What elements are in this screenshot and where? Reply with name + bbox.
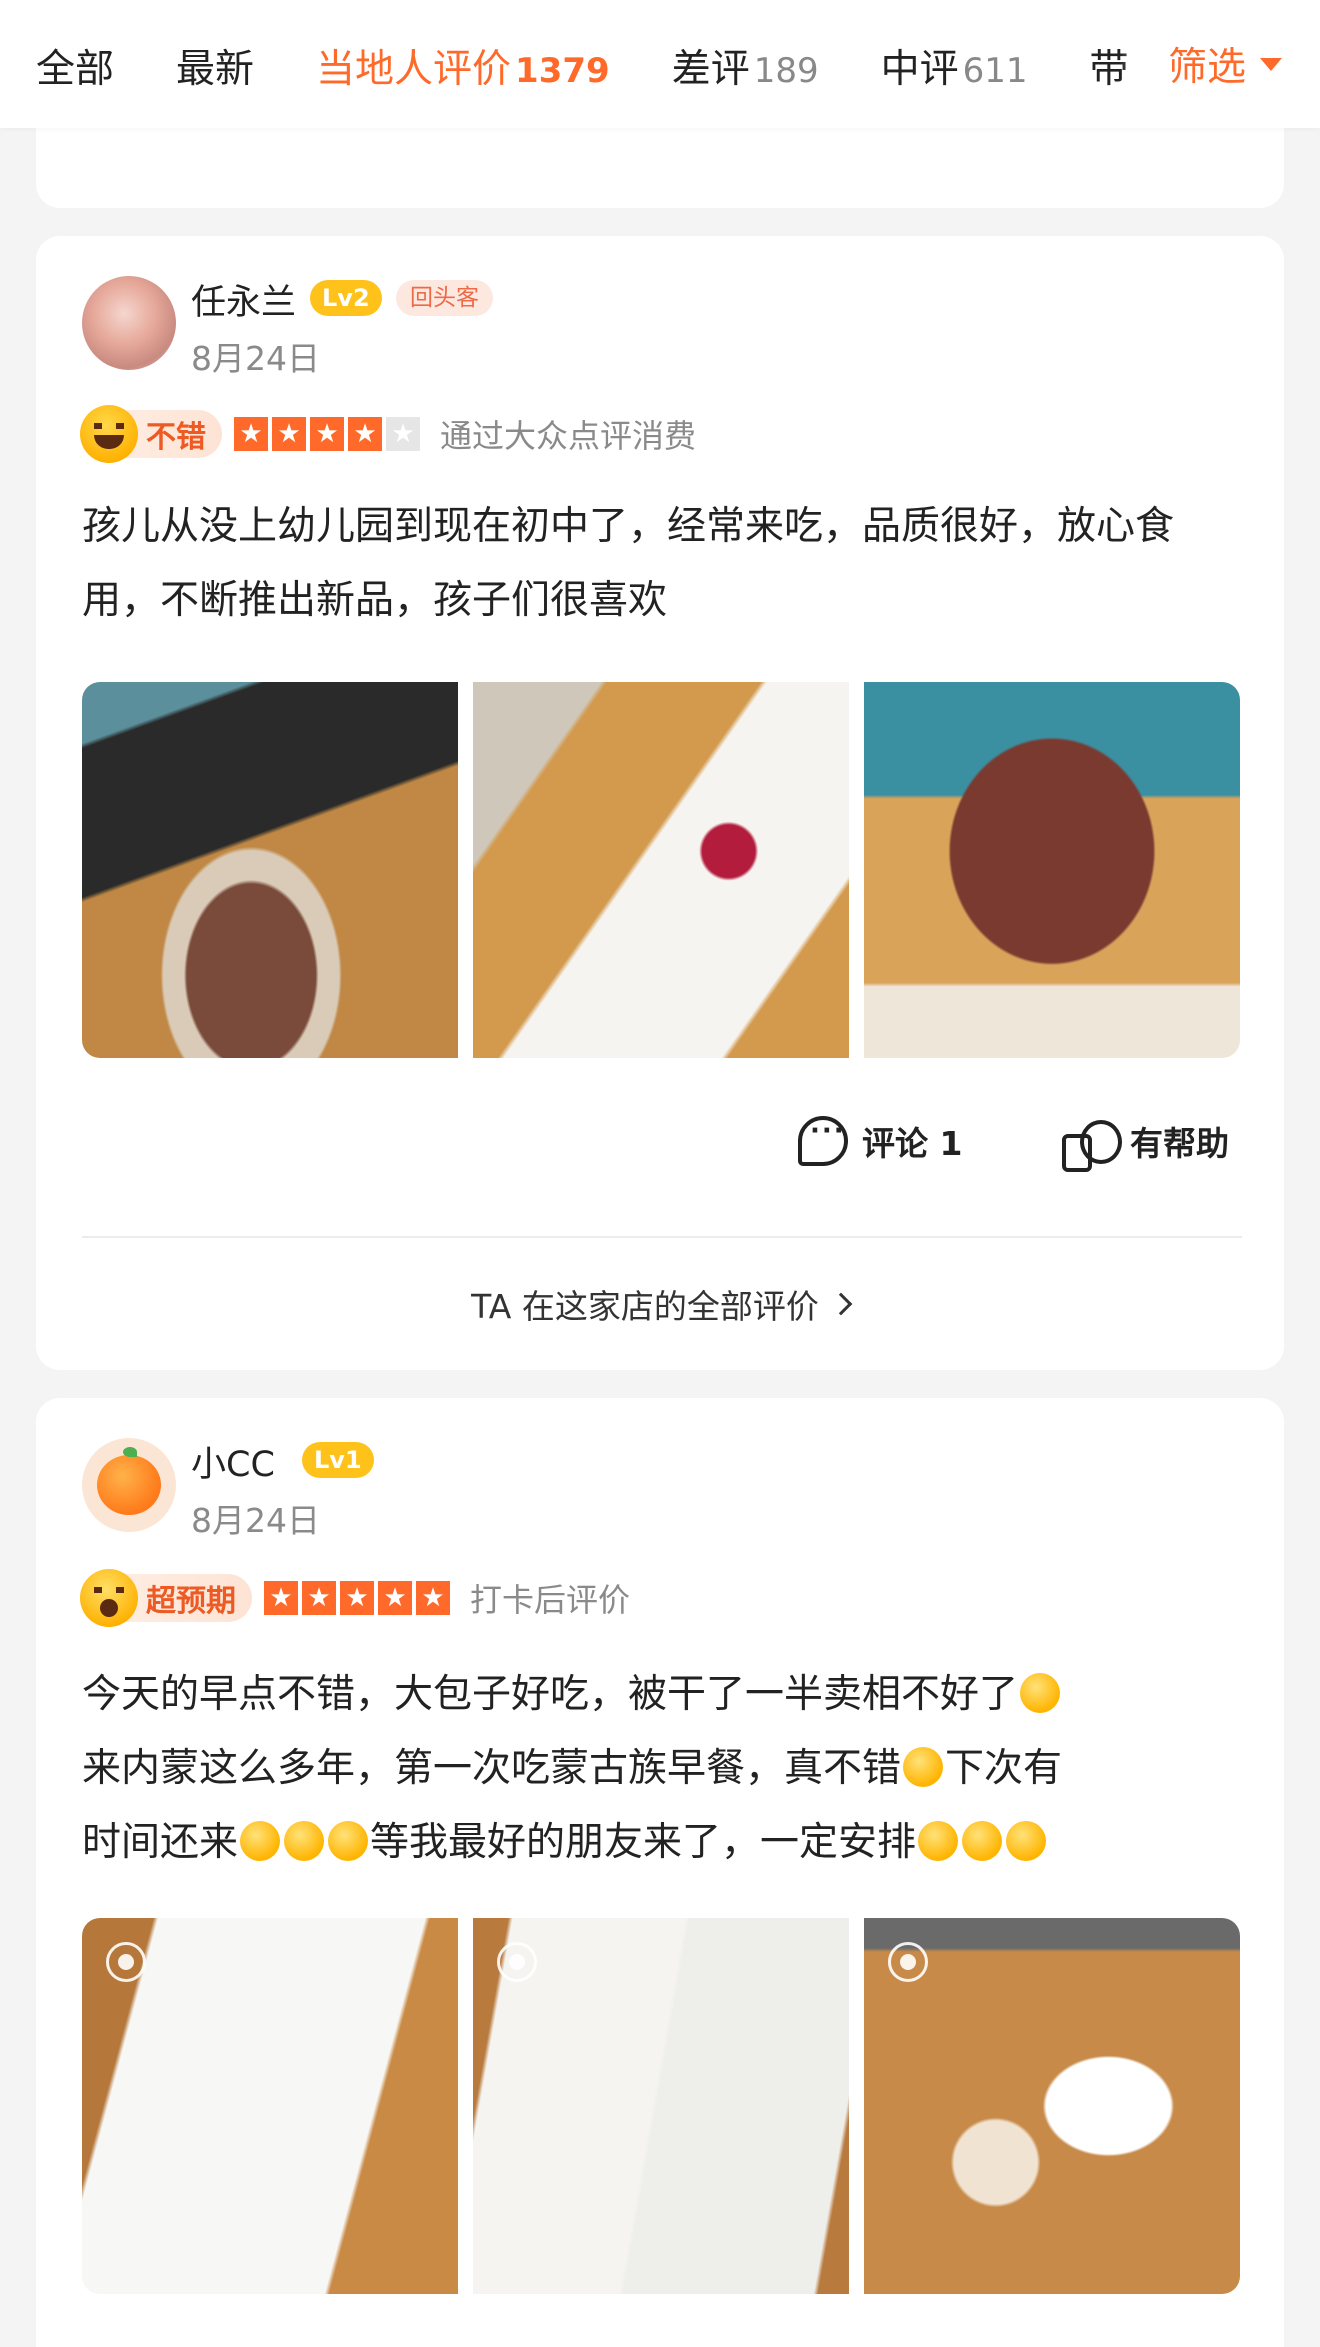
review-text-line: 来内蒙这么多年，第一次吃蒙古族早餐，真不错 下次有 (82, 1732, 1242, 1806)
grinning-face-emoji-icon (328, 1821, 369, 1861)
review-source: 通过大众点评消费 (440, 417, 697, 455)
comment-icon (798, 1116, 848, 1166)
star-empty-icon: ★ (386, 417, 420, 451)
star-rating: ★ ★ ★ ★ ★ (264, 1581, 454, 1615)
mood-label: 不错 (146, 420, 206, 455)
comment-label: 评论 1 (862, 1124, 963, 1163)
review-text: 今天的早点不错，大包子好吃，被干了一半卖相不好了 来内蒙这么多年，第一次吃蒙古族… (82, 1658, 1242, 1880)
review-photo[interactable] (82, 682, 458, 1058)
tab-latest[interactable]: 最新 (176, 38, 254, 94)
avatar[interactable] (82, 1438, 176, 1532)
review-card: 小CC Lv1 8月24日 超预期 ★ ★ ★ ★ ★ 打卡后评价 今天的早点不… (36, 1398, 1284, 2347)
filter-label: 筛选 (1167, 45, 1246, 90)
review-text-line: 时间还来 等我最好的朋友来了，一定安排 (82, 1806, 1242, 1880)
repeat-customer-badge: 回头客 (396, 280, 493, 316)
tab-local-reviews[interactable]: 当地人评价 1379 (316, 38, 610, 94)
review-photo[interactable] (864, 1918, 1240, 2294)
tab-count: 611 (962, 51, 1028, 91)
grinning-face-emoji-icon (284, 1821, 325, 1861)
live-photo-icon (888, 1942, 928, 1982)
review-date: 8月24日 (191, 1501, 320, 1540)
tab-all[interactable]: 全部 (36, 38, 114, 94)
chevron-right-icon (829, 1292, 853, 1316)
star-rating: ★ ★ ★ ★ ★ (234, 417, 424, 451)
star-struck-face-icon (80, 1569, 138, 1627)
rating-row: 超预期 ★ ★ ★ ★ ★ 打卡后评价 (80, 1568, 631, 1628)
laughing-face-icon (80, 405, 138, 463)
review-photo[interactable] (82, 1918, 458, 2294)
tab-count: 189 (753, 51, 819, 91)
review-filter-tabbar: 全部 最新 当地人评价 1379 差评 189 中评 611 带 筛选 (0, 0, 1320, 128)
star-icon: ★ (264, 1581, 298, 1615)
star-icon: ★ (340, 1581, 374, 1615)
user-all-reviews-link[interactable]: TA 在这家店的全部评价 (36, 1276, 1284, 1332)
text-segment: 下次有 (945, 1746, 1063, 1791)
review-text: 孩儿从没上幼儿园到现在初中了，经常来吃，品质很好，放心食用，不断推出新品，孩子们… (82, 504, 1175, 623)
review-date: 8月24日 (191, 339, 320, 378)
level-badge: Lv2 (310, 280, 382, 316)
orange-icon (97, 1447, 161, 1515)
review-card: 任永兰 Lv2 回头客 8月24日 不错 ★ ★ ★ ★ ★ 通过大众点评消费 … (36, 236, 1284, 1370)
star-icon: ★ (416, 1581, 450, 1615)
tab-label: 最新 (176, 47, 255, 92)
review-source: 打卡后评价 (470, 1581, 631, 1619)
star-struck-emoji-icon (1006, 1821, 1047, 1861)
helpful-button[interactable]: 有帮助 (1062, 1116, 1229, 1172)
thumbs-up-emoji-icon (903, 1747, 944, 1787)
review-photo[interactable] (473, 1918, 849, 2294)
text-segment: 时间还来 (82, 1820, 239, 1865)
review-text-line: 今天的早点不错，大包子好吃，被干了一半卖相不好了 (82, 1658, 1242, 1732)
tab-count: 1379 (515, 51, 610, 91)
star-icon: ★ (310, 417, 344, 451)
tab-label: 差评 (671, 47, 750, 92)
tab-negative[interactable]: 差评 189 (672, 38, 819, 94)
text-segment: 今天的早点不错，大包子好吃，被干了一半卖相不好了 (82, 1672, 1019, 1717)
avatar[interactable] (82, 276, 176, 370)
comment-button[interactable]: 评论 1 (798, 1116, 962, 1166)
tab-label: 当地人评价 (316, 47, 512, 92)
star-icon: ★ (234, 417, 268, 451)
tab-label: 中评 (880, 47, 959, 92)
star-icon: ★ (378, 1581, 412, 1615)
live-photo-icon (497, 1942, 537, 1982)
mood-label: 超预期 (146, 1584, 236, 1619)
star-struck-emoji-icon (962, 1821, 1003, 1861)
triangle-down-icon (1260, 57, 1282, 71)
star-icon: ★ (272, 417, 306, 451)
text-segment: 等我最好的朋友来了，一定安排 (370, 1820, 917, 1865)
all-reviews-label: TA 在这家店的全部评价 (471, 1287, 819, 1326)
live-photo-icon (106, 1942, 146, 1982)
rating-row: 不错 ★ ★ ★ ★ ★ 通过大众点评消费 (80, 404, 697, 464)
mood-tag: 超预期 (80, 1569, 252, 1627)
yawning-face-emoji-icon (1020, 1673, 1061, 1713)
star-icon: ★ (348, 417, 382, 451)
review-photo[interactable] (864, 682, 1240, 1058)
mood-tag: 不错 (80, 405, 222, 463)
thumbs-up-icon (1062, 1116, 1122, 1172)
reviewer-name[interactable]: 任永兰 (191, 274, 296, 325)
level-badge: Lv1 (302, 1442, 374, 1478)
text-segment: 来内蒙这么多年，第一次吃蒙古族早餐，真不错 (82, 1746, 902, 1791)
star-icon: ★ (302, 1581, 336, 1615)
tab-neutral[interactable]: 中评 611 (881, 38, 1028, 94)
helpful-label: 有帮助 (1130, 1124, 1229, 1163)
tab-list: 全部 最新 当地人评价 1379 差评 189 中评 611 带 (36, 38, 1191, 94)
star-struck-emoji-icon (918, 1821, 959, 1861)
reviewer-name[interactable]: 小CC (191, 1436, 275, 1487)
review-photo[interactable] (473, 682, 849, 1058)
grinning-face-emoji-icon (240, 1821, 281, 1861)
divider (82, 1236, 1242, 1238)
filter-button[interactable]: 筛选 (1120, 0, 1320, 128)
photo-grid (82, 1918, 1240, 2294)
photo-grid (82, 682, 1240, 1058)
tab-label: 全部 (36, 47, 115, 92)
